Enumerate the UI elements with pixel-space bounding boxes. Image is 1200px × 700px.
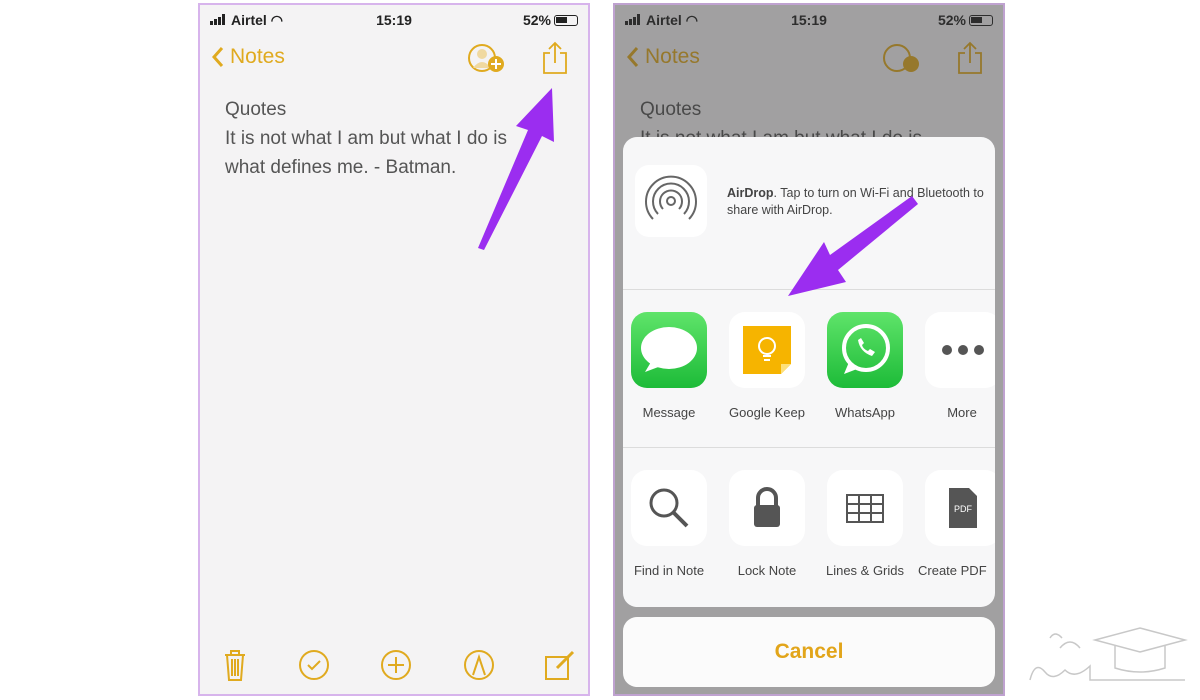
- svg-text:PDF: PDF: [954, 504, 973, 514]
- action-label: Lock Note: [737, 563, 797, 578]
- lock-icon[interactable]: [729, 470, 805, 546]
- back-button[interactable]: Notes: [212, 45, 285, 69]
- add-people-icon[interactable]: [467, 43, 507, 75]
- annotation-arrow: [788, 196, 918, 296]
- back-label: Notes: [230, 45, 285, 68]
- notes-screen: Airtel ◠ 15:19 52% Notes Quotes It is no…: [198, 3, 590, 696]
- chevron-left-icon: [212, 47, 224, 67]
- cancel-button[interactable]: Cancel: [623, 617, 995, 687]
- share-screen: Airtel ◠ 15:19 52% Notes Quotes It is no…: [613, 3, 1005, 696]
- checklist-icon[interactable]: [297, 648, 331, 687]
- action-label: Find in Note: [633, 563, 705, 578]
- note-title: Quotes: [225, 99, 287, 120]
- app-label: WhatsApp: [835, 405, 895, 420]
- google-keep-icon[interactable]: [729, 312, 805, 388]
- action-label: Create PDF: [918, 563, 987, 578]
- action-label: Lines & Grids: [825, 563, 905, 578]
- pdf-icon[interactable]: PDF: [925, 470, 995, 546]
- markup-icon[interactable]: [462, 648, 496, 687]
- grid-icon[interactable]: [827, 470, 903, 546]
- battery-percent: 52%: [522, 12, 551, 28]
- search-icon[interactable]: [631, 470, 707, 546]
- note-content[interactable]: Quotes It is not what I am but what I do…: [225, 95, 507, 182]
- annotation-arrow: [478, 88, 554, 250]
- app-label: More: [947, 405, 977, 420]
- actions-row: Find in Note Lock Note Lines & Grids PDF…: [623, 448, 995, 606]
- watermark-logo: [1029, 627, 1188, 681]
- status-bar: Airtel ◠ 15:19 52%: [200, 12, 588, 30]
- app-label: Message: [642, 405, 696, 420]
- add-icon[interactable]: [379, 648, 413, 687]
- compose-icon[interactable]: [543, 648, 577, 687]
- app-label: Google Keep: [729, 405, 805, 420]
- battery-icon: [554, 15, 578, 26]
- airdrop-icon[interactable]: [635, 165, 707, 237]
- more-icon[interactable]: [925, 312, 995, 388]
- whatsapp-icon[interactable]: [827, 312, 903, 388]
- note-line: what defines me. - Batman.: [225, 157, 457, 178]
- messages-icon[interactable]: [631, 312, 707, 388]
- share-icon[interactable]: [542, 41, 568, 75]
- trash-icon[interactable]: [222, 648, 248, 687]
- airdrop-title: AirDrop: [727, 186, 774, 200]
- note-line: It is not what I am but what I do is: [225, 128, 507, 149]
- apps-row: Message Google Keep WhatsApp More: [623, 290, 995, 448]
